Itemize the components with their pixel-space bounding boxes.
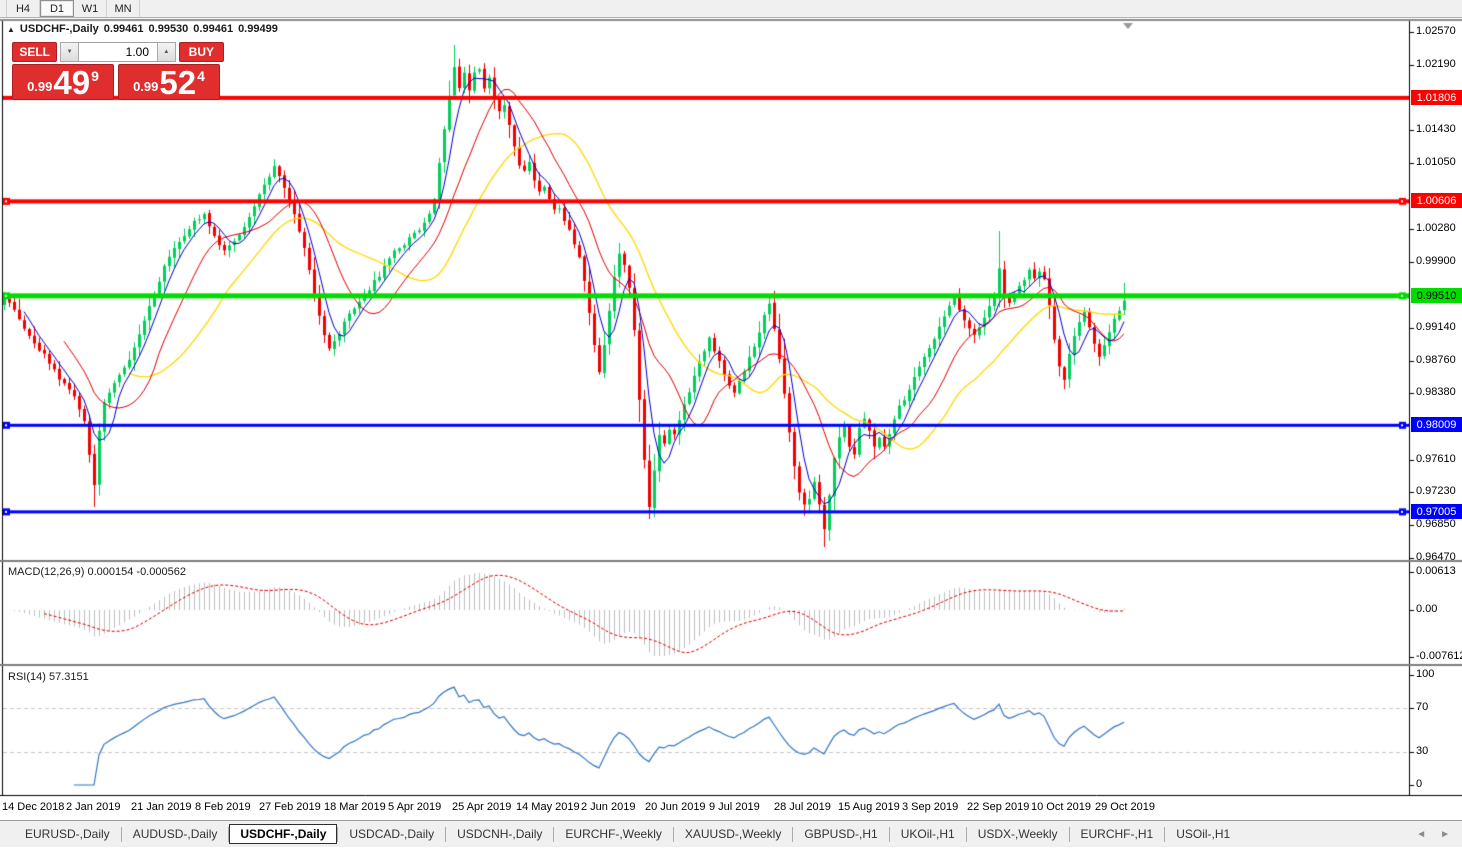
date-tick-label: 9 Jul 2019 [709,801,760,813]
hline-price-label[interactable]: 0.97005 [1411,504,1462,519]
hline-price-label[interactable]: 1.01806 [1411,90,1462,105]
volume-decrease-button[interactable]: ▼ [60,42,79,62]
chart-title: ▲ USDCHF-,Daily 0.99461 0.99530 0.99461 … [7,23,278,35]
tab-eurchf-h1[interactable]: EURCHF-,H1 [1070,824,1165,844]
tab-xauusd-weekly[interactable]: XAUUSD-,Weekly [674,824,792,844]
hline-price-label[interactable]: 0.98009 [1411,417,1462,432]
date-tick-label: 14 Dec 2018 [2,801,65,813]
rsi-tick-label: 70 [1416,701,1429,713]
collapse-panel-icon[interactable]: ▲ [7,25,15,34]
scroll-right-icon[interactable]: ► [1440,829,1450,840]
date-tick-label: 21 Jan 2019 [131,801,192,813]
price-tick-label: 1.01050 [1416,156,1456,168]
price-tick-label: 0.96470 [1416,551,1456,563]
buy-price-prefix: 0.99 [133,79,159,94]
buy-button[interactable]: BUY [178,42,224,62]
sell-price-pip: 9 [91,68,99,84]
price-chart-canvas[interactable] [0,18,1462,820]
rsi-tick-label: 100 [1416,668,1435,680]
price-tick-label: 1.01430 [1416,123,1456,135]
date-tick-label: 5 Apr 2019 [388,801,442,813]
date-tick-label: 8 Feb 2019 [195,801,251,813]
tabs: EURUSD-,Daily AUDUSD-,Daily USDCHF-,Daily U… [14,824,1241,844]
chart-tab-bar: EURUSD-,Daily AUDUSD-,Daily USDCHF-,Daily U… [0,820,1462,847]
price-tick-label: 0.99140 [1416,321,1456,333]
timeframe-button-h4[interactable]: H4 [6,0,40,17]
date-tick-label: 18 Mar 2019 [324,801,386,813]
tab-audusd-daily[interactable]: AUDUSD-,Daily [122,824,229,844]
date-tick-label: 15 Aug 2019 [838,801,900,813]
tab-usdcad-daily[interactable]: USDCAD-,Daily [338,824,445,844]
date-tick-label: 10 Oct 2019 [1031,801,1091,813]
date-tick-label: 25 Apr 2019 [452,801,512,813]
tab-eurusd-daily[interactable]: EURUSD-,Daily [14,824,121,844]
tab-ukoil-h1[interactable]: UKOil-,H1 [890,824,966,844]
timeframe-toolbar: H4 D1 W1 MN [0,0,1462,18]
date-tick-label: 22 Sep 2019 [967,801,1030,813]
sell-price-main: 49 [53,64,91,101]
rsi-tick-label: 30 [1416,745,1429,757]
hline-price-label[interactable]: 0.99510 [1411,288,1462,303]
tab-usdcnh-daily[interactable]: USDCNH-,Daily [446,824,553,844]
date-tick-label: 28 Jul 2019 [774,801,831,813]
ohlc-open: 0.99461 [103,23,144,35]
date-tick-label: 2 Jan 2019 [66,801,121,813]
price-tick-label: 0.97230 [1416,485,1456,497]
tab-scroll-buttons: ◄ ► [1416,821,1450,848]
one-click-trade-panel: SELL ▼ ▲ BUY 0.99 49 9 0.99 52 4 [12,42,224,100]
hline-price-label[interactable]: 1.00606 [1411,193,1462,208]
sell-price-prefix: 0.99 [27,79,53,94]
buy-price-pip: 4 [197,68,205,84]
ohlc-low: 0.99461 [193,23,234,35]
tab-usoil-h1[interactable]: USOil-,H1 [1165,824,1241,844]
trading-app-window: H4 D1 W1 MN ▲ USDCHF-,Daily 0.99461 0.99530… [0,0,1462,847]
sell-price-box[interactable]: 0.99 49 9 [12,64,114,100]
price-tick-label: 0.97610 [1416,453,1456,465]
volume-increase-button[interactable]: ▲ [157,42,176,62]
date-tick-label: 3 Sep 2019 [902,801,959,813]
price-tick-label: 0.98760 [1416,354,1456,366]
volume-input[interactable] [79,42,157,62]
price-tick-label: 1.00280 [1416,222,1456,234]
tab-eurchf-weekly[interactable]: EURCHF-,Weekly [554,824,672,844]
date-tick-label: 14 May 2019 [516,801,580,813]
price-tick-label: 0.98380 [1416,386,1456,398]
price-tick-label: 0.96850 [1416,518,1456,530]
date-tick-label: 27 Feb 2019 [259,801,321,813]
rsi-tick-label: 0 [1416,778,1423,790]
arrow-up-icon: ▲ [163,49,170,55]
macd-tick-label: 0.00 [1416,603,1438,615]
macd-tick-label: -0.007612 [1416,650,1462,662]
rsi-indicator-label: RSI(14) 57.3151 [8,671,89,683]
timeframe-button-mn[interactable]: MN [107,0,140,17]
buy-price-main: 52 [159,64,197,101]
ohlc-close: 0.99499 [238,23,278,35]
sell-button[interactable]: SELL [12,42,58,62]
symbol-label: USDCHF-,Daily [19,23,99,35]
price-tick-label: 1.02190 [1416,58,1456,70]
date-tick-label: 2 Jun 2019 [581,801,636,813]
ohlc-high: 0.99530 [148,23,189,35]
timeframe-button-d1[interactable]: D1 [40,0,74,17]
tab-usdx-weekly[interactable]: USDX-,Weekly [967,824,1069,844]
macd-tick-label: 0.00613 [1416,565,1456,577]
price-tick-label: 1.02570 [1416,25,1456,37]
arrow-down-icon: ▼ [66,49,73,55]
macd-indicator-label: MACD(12,26,9) 0.000154 -0.000562 [8,566,186,578]
date-tick-label: 29 Oct 2019 [1095,801,1155,813]
tab-gbpusd-h1[interactable]: GBPUSD-,H1 [793,824,888,844]
scroll-left-icon[interactable]: ◄ [1416,829,1426,840]
price-tick-label: 0.99900 [1416,255,1456,267]
timeframe-button-w1[interactable]: W1 [74,0,107,17]
date-tick-label: 20 Jun 2019 [645,801,706,813]
tab-usdchf-daily[interactable]: USDCHF-,Daily [229,824,338,844]
buy-price-box[interactable]: 0.99 52 4 [118,64,220,100]
